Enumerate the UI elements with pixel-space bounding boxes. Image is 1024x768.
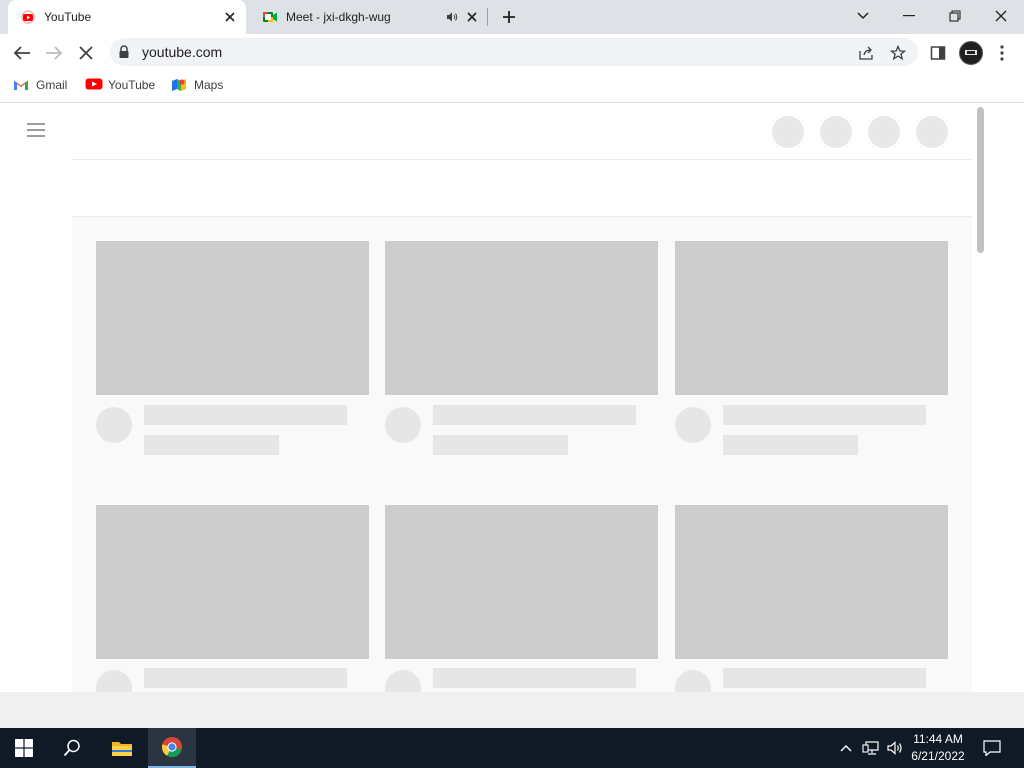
close-tab-icon[interactable] bbox=[222, 9, 238, 25]
meta-line-placeholder bbox=[723, 435, 858, 455]
new-tab-plus-icon[interactable] bbox=[498, 6, 520, 28]
meta-line-placeholder bbox=[433, 435, 568, 455]
youtube-icon bbox=[85, 77, 103, 93]
window-bottom-strip bbox=[0, 692, 1024, 728]
title-line-placeholder bbox=[723, 668, 926, 688]
chrome-icon[interactable] bbox=[148, 728, 196, 768]
notification-center-icon[interactable] bbox=[978, 728, 1006, 768]
meta-line-placeholder bbox=[144, 435, 279, 455]
scrollbar-thumb[interactable] bbox=[977, 107, 984, 253]
video-thumbnail-placeholder bbox=[675, 505, 948, 659]
search-icon[interactable] bbox=[48, 728, 96, 768]
show-hidden-icons-chevron-icon[interactable] bbox=[836, 728, 856, 768]
bookmark-label: Gmail bbox=[36, 78, 68, 92]
video-thumbnail-placeholder bbox=[385, 241, 658, 395]
video-thumbnail-placeholder bbox=[96, 505, 369, 659]
back-arrow-icon[interactable] bbox=[10, 41, 34, 65]
bookmark-label: Maps bbox=[194, 78, 224, 92]
masthead-button-placeholder bbox=[916, 116, 948, 148]
stop-loading-icon[interactable] bbox=[74, 41, 98, 65]
share-icon[interactable] bbox=[854, 41, 878, 65]
file-explorer-icon[interactable] bbox=[98, 728, 146, 768]
system-clock[interactable]: 11:44 AM 6/21/2022 bbox=[900, 731, 976, 765]
youtube-favicon-icon bbox=[20, 9, 36, 25]
clock-date: 6/21/2022 bbox=[911, 749, 965, 763]
network-icon[interactable] bbox=[860, 728, 882, 768]
lock-icon[interactable] bbox=[118, 45, 130, 59]
clock-time: 11:44 AM bbox=[913, 732, 963, 746]
video-thumbnail-placeholder bbox=[675, 241, 948, 395]
forward-arrow-icon[interactable] bbox=[42, 41, 66, 65]
minimize-icon[interactable] bbox=[886, 0, 932, 32]
bookmark-label: YouTube bbox=[108, 78, 156, 92]
tab-youtube[interactable]: YouTube bbox=[8, 0, 246, 34]
more-menu-icon[interactable] bbox=[990, 41, 1014, 65]
title-line-placeholder bbox=[723, 405, 926, 425]
title-line-placeholder bbox=[433, 405, 636, 425]
masthead-button-placeholder bbox=[820, 116, 852, 148]
maps-icon bbox=[171, 77, 187, 93]
tab-separator bbox=[487, 8, 488, 26]
page-viewport bbox=[0, 103, 1024, 692]
bookmark-star-icon[interactable] bbox=[886, 41, 910, 65]
title-line-placeholder bbox=[433, 668, 636, 688]
tab-title: Meet - jxi-dkgh-wug bbox=[286, 10, 391, 24]
bookmark-gmail[interactable]: Gmail bbox=[13, 76, 67, 94]
gmail-icon bbox=[13, 77, 29, 93]
speaker-icon[interactable] bbox=[444, 9, 460, 25]
side-panel-icon[interactable] bbox=[926, 41, 950, 65]
close-tab-icon[interactable] bbox=[464, 9, 480, 25]
close-window-icon[interactable] bbox=[978, 0, 1024, 32]
google-meet-icon bbox=[262, 9, 278, 25]
hamburger-menu-icon[interactable] bbox=[22, 119, 50, 141]
video-thumbnail-placeholder bbox=[385, 505, 658, 659]
windows-start-icon[interactable] bbox=[0, 728, 48, 768]
restore-icon[interactable] bbox=[932, 0, 978, 32]
title-line-placeholder bbox=[144, 405, 347, 425]
profile-avatar[interactable] bbox=[959, 41, 983, 65]
masthead-button-placeholder bbox=[868, 116, 900, 148]
channel-avatar-placeholder bbox=[675, 407, 711, 443]
channel-avatar-placeholder bbox=[96, 407, 132, 443]
url-text[interactable]: youtube.com bbox=[142, 44, 222, 60]
chip-bar-placeholder bbox=[72, 160, 972, 217]
tab-search-chevron-icon[interactable] bbox=[840, 0, 886, 32]
channel-avatar-placeholder bbox=[385, 407, 421, 443]
video-thumbnail-placeholder bbox=[96, 241, 369, 395]
address-bar[interactable] bbox=[110, 38, 918, 66]
tab-meet[interactable]: Meet - jxi-dkgh-wug bbox=[250, 0, 488, 34]
masthead-button-placeholder bbox=[772, 116, 804, 148]
bookmark-youtube[interactable]: YouTube bbox=[85, 76, 155, 94]
bookmark-maps[interactable]: Maps bbox=[171, 76, 223, 94]
title-line-placeholder bbox=[144, 668, 347, 688]
tab-title: YouTube bbox=[44, 10, 92, 24]
